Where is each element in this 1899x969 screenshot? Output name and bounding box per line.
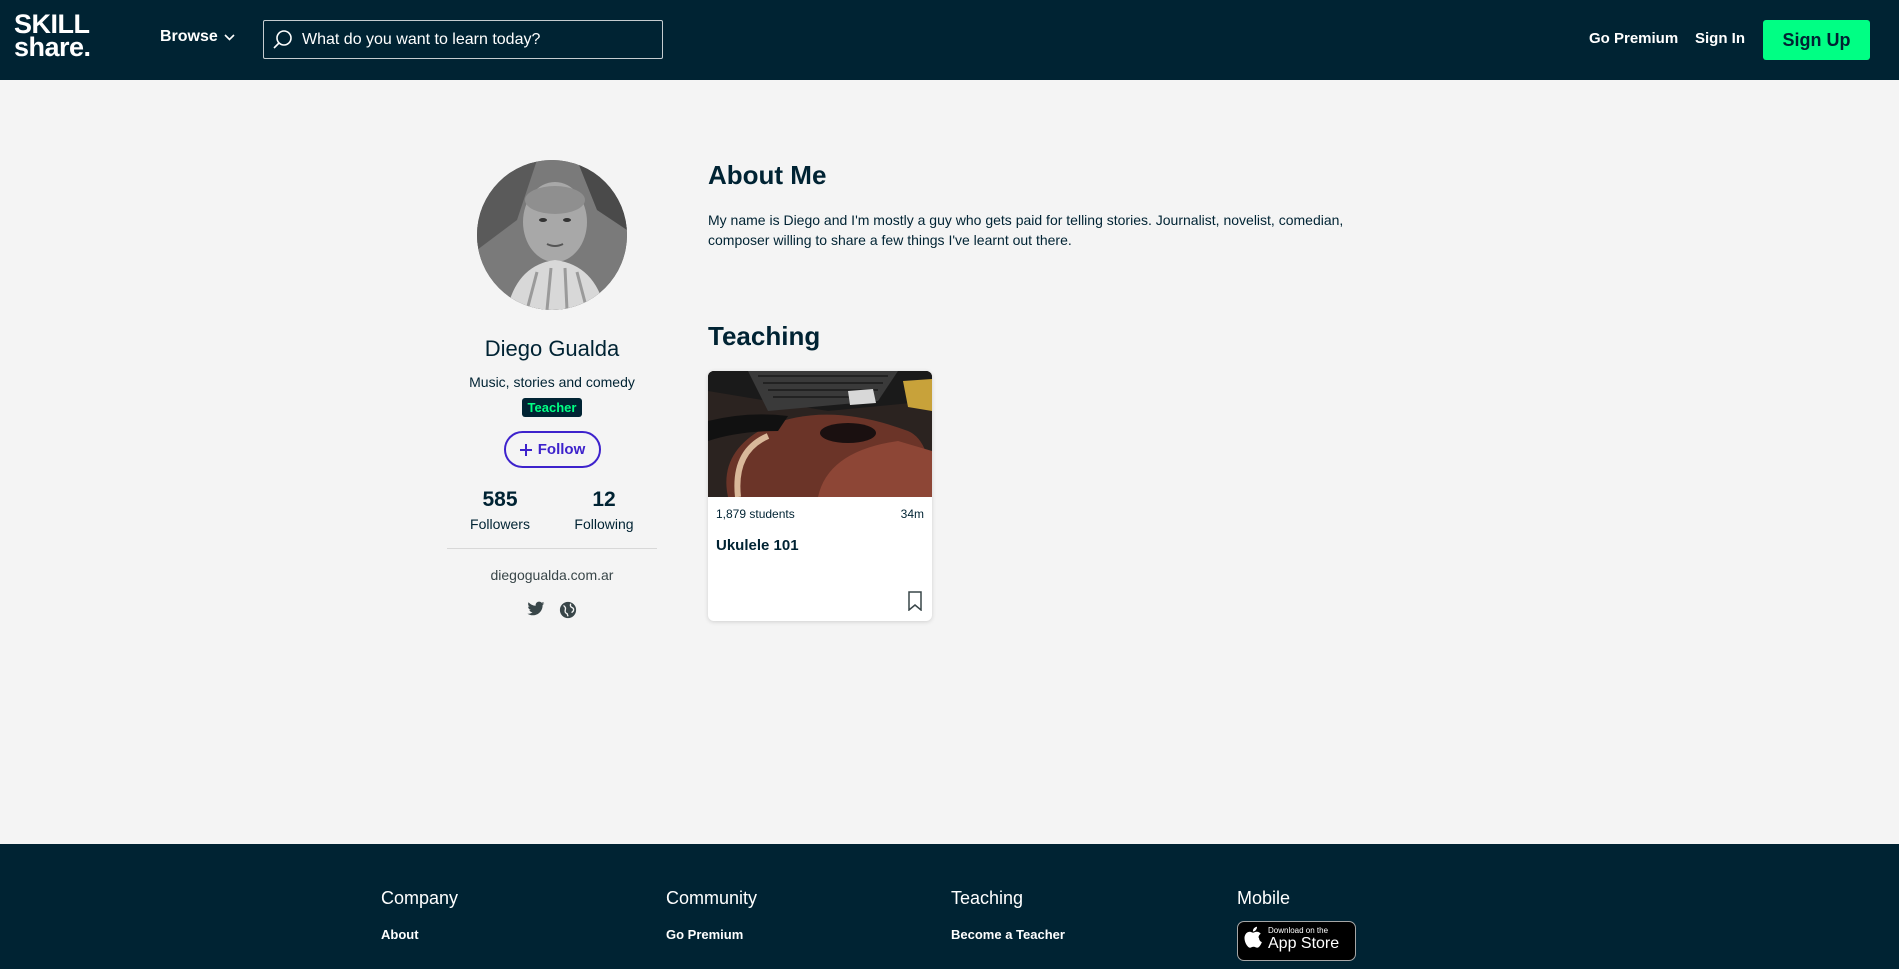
followers-count: 585	[482, 488, 518, 511]
twitter-icon[interactable]	[527, 601, 545, 617]
footer-column-title: Teaching	[951, 888, 1024, 908]
footer-column-community: Community Go Premium	[666, 888, 757, 942]
profile-sidebar: Diego Gualda Music, stories and comedy T…	[447, 160, 657, 619]
app-store-small-text: Download on the	[1268, 926, 1329, 935]
profile-headline: Music, stories and comedy	[469, 374, 635, 390]
teaching-title: Teaching	[708, 321, 821, 351]
plus-icon	[519, 443, 532, 456]
footer-column-company: Company About	[381, 888, 458, 942]
class-title[interactable]: Ukulele 101	[708, 521, 932, 554]
search-input[interactable]	[302, 30, 662, 49]
browse-label: Browse	[160, 28, 218, 45]
class-card[interactable]: 1,879 students 34m Ukulele 101	[708, 371, 932, 621]
footer-link-go-premium[interactable]: Go Premium	[666, 927, 757, 942]
footer-column-mobile: Mobile Download on the App Store	[1237, 888, 1356, 961]
avatar-portrait	[477, 160, 627, 310]
profile-stats: 585 Followers 12 Following	[447, 488, 657, 532]
teacher-badge: Teacher	[521, 398, 583, 417]
logo-line-2: share.	[14, 32, 91, 62]
divider	[447, 548, 657, 549]
search-icon	[273, 29, 292, 49]
following-label: Following	[574, 516, 634, 532]
class-thumbnail	[708, 371, 932, 497]
bookmark-icon[interactable]	[908, 591, 922, 611]
profile-name: Diego Gualda	[484, 336, 620, 361]
class-students: 1,879 students	[716, 507, 795, 521]
ukulele-image	[708, 371, 932, 497]
avatar	[477, 160, 627, 310]
about-text: My name is Diego and I'm mostly a guy wh…	[708, 212, 1344, 248]
footer: Company About Community Go Premium Teach…	[0, 844, 1899, 969]
class-duration: 34m	[900, 507, 924, 521]
website-link[interactable]: diegogualda.com.ar	[447, 567, 657, 583]
following-stat[interactable]: 12 Following	[552, 488, 656, 532]
skillshare-logo[interactable]: SKILL share.	[14, 11, 122, 67]
footer-column-title: Company	[381, 888, 459, 908]
footer-column-teaching: Teaching Become a Teacher	[951, 888, 1065, 942]
about-title: About Me	[708, 160, 827, 190]
followers-stat[interactable]: 585 Followers	[448, 488, 552, 532]
apple-icon	[1244, 926, 1262, 948]
app-store-big-text: App Store	[1268, 935, 1340, 952]
following-count: 12	[592, 488, 616, 511]
footer-column-title: Mobile	[1237, 888, 1291, 908]
go-premium-link[interactable]: Go Premium	[1589, 30, 1678, 47]
globe-icon[interactable]	[559, 601, 577, 619]
follow-button[interactable]: Follow	[503, 431, 601, 468]
footer-link-about[interactable]: About	[381, 927, 458, 942]
app-store-badge[interactable]: Download on the App Store	[1237, 921, 1356, 961]
top-nav: SKILL share. Browse Go Premium Sign In S…	[0, 0, 1899, 80]
search-box[interactable]	[263, 20, 663, 59]
followers-label: Followers	[470, 516, 530, 532]
app-store-text: Download on the App Store	[1268, 926, 1339, 953]
chevron-down-icon	[224, 33, 235, 41]
social-links	[447, 601, 657, 619]
footer-column-title: Community	[666, 888, 758, 908]
sign-in-link[interactable]: Sign In	[1695, 30, 1745, 47]
follow-label: Follow	[537, 441, 586, 458]
class-meta: 1,879 students 34m	[708, 497, 932, 521]
browse-menu[interactable]: Browse	[160, 28, 235, 46]
footer-link-become-teacher[interactable]: Become a Teacher	[951, 927, 1065, 942]
sign-up-button[interactable]: Sign Up	[1763, 20, 1870, 60]
